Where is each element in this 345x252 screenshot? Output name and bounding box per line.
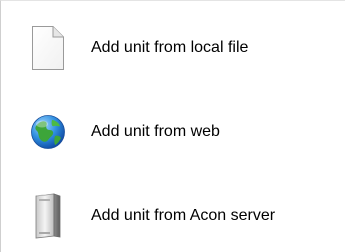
server-icon [27, 190, 69, 242]
globe-icon [27, 106, 69, 158]
menu-item-label: Add unit from Acon server [91, 207, 276, 224]
menu-item-label: Add unit from local file [91, 39, 249, 56]
menu-item-add-from-local-file[interactable]: Add unit from local file [1, 13, 345, 83]
menu-item-add-from-acon-server[interactable]: Add unit from Acon server [1, 181, 345, 251]
menu-item-add-from-web[interactable]: Add unit from web [1, 97, 345, 167]
document-icon [27, 22, 69, 74]
add-unit-menu: Add unit from local file Add unit from w… [0, 0, 345, 252]
menu-item-label: Add unit from web [91, 123, 220, 140]
